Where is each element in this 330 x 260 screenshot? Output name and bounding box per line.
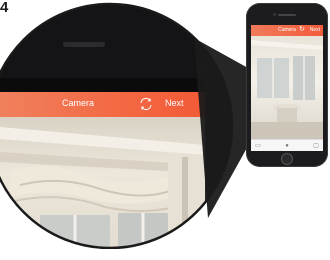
mini-refresh-icon[interactable]: ↻ xyxy=(299,26,305,34)
video-icon[interactable]: ▭ xyxy=(254,143,262,149)
phone-device: Camera ↻ Next ▭ ● ▢ xyxy=(246,3,328,167)
front-camera xyxy=(273,13,276,16)
mini-camera-toolbar: ▭ ● ▢ xyxy=(251,139,323,151)
shutter-icon[interactable]: ● xyxy=(283,143,291,149)
phone-screen: Camera ↻ Next ▭ ● ▢ xyxy=(251,25,323,151)
mini-camera-preview xyxy=(251,36,323,139)
gallery-icon[interactable]: ▢ xyxy=(312,143,320,149)
home-button[interactable] xyxy=(281,153,293,165)
speaker xyxy=(278,14,296,16)
mini-next-button[interactable]: Next xyxy=(310,27,320,33)
mini-app-header: Camera ↻ Next xyxy=(251,25,323,36)
